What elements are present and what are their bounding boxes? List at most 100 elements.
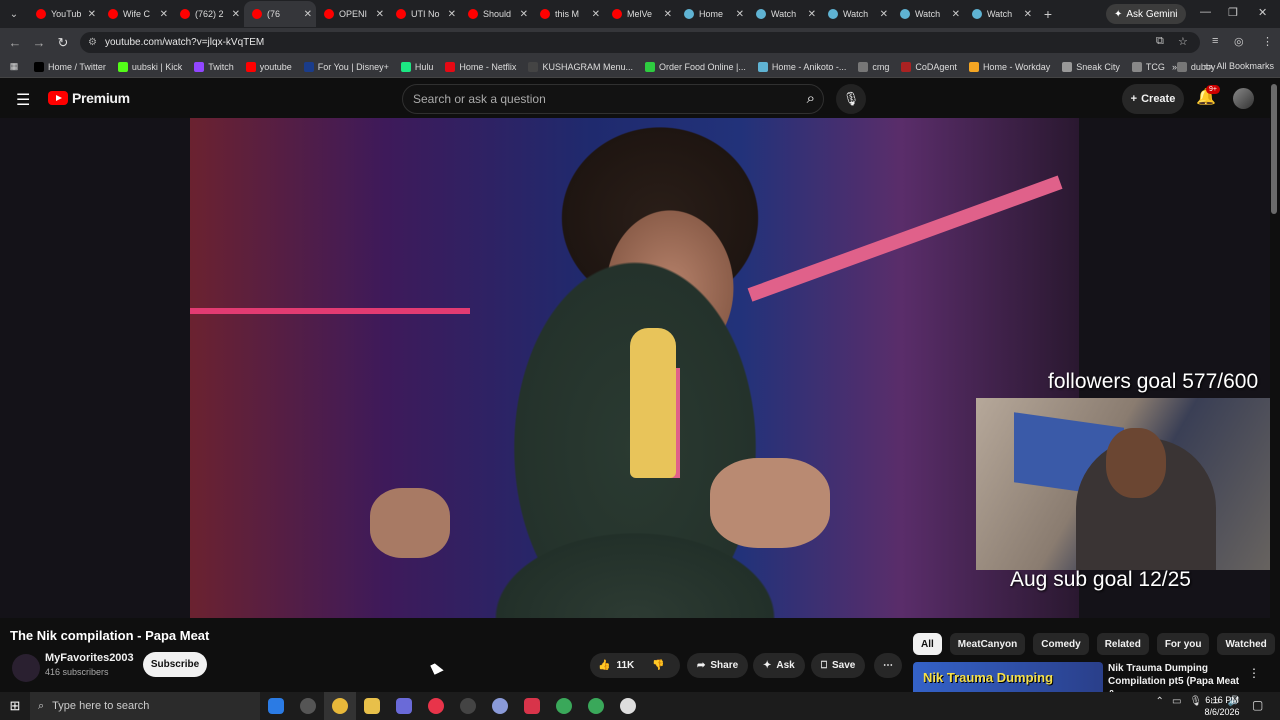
create-button[interactable]: + Create xyxy=(1122,84,1184,114)
like-button[interactable]: 👍 11K xyxy=(598,660,634,671)
filter-chip[interactable]: All xyxy=(913,633,942,655)
channel-avatar[interactable] xyxy=(12,654,40,682)
bookmark-star-icon[interactable]: ☆ xyxy=(1178,35,1188,48)
bookmark-item[interactable]: Order Food Online |... xyxy=(639,61,752,72)
url-field[interactable]: ⚙ youtube.com/watch?v=jlqx-kVqTEM xyxy=(80,32,1200,53)
browser-tab[interactable]: (76 ✕ xyxy=(244,1,316,27)
all-bookmarks-button[interactable]: ▭ All Bookmarks xyxy=(1204,61,1274,72)
close-tab-icon[interactable]: ✕ xyxy=(952,9,960,20)
edge-app-icon[interactable] xyxy=(292,692,324,720)
bookmark-item[interactable]: Hulu xyxy=(395,61,440,72)
hamburger-menu-icon[interactable]: ☰ xyxy=(16,90,30,110)
browser-tab[interactable]: this M ✕ xyxy=(532,1,604,27)
chrome-profile-icon[interactable] xyxy=(548,692,580,720)
close-tab-icon[interactable]: ✕ xyxy=(808,9,816,20)
bookmark-item[interactable]: Home - Workday xyxy=(963,61,1056,72)
windows-start-icon[interactable]: ⊞ xyxy=(0,698,30,714)
recommended-more-icon[interactable]: ⋮ xyxy=(1248,666,1260,680)
browser-tab[interactable]: OPENI ✕ xyxy=(316,1,388,27)
browser-tab[interactable]: Watch ✕ xyxy=(748,1,820,27)
bookmark-item[interactable]: Home / Twitter xyxy=(28,61,112,72)
close-tab-icon[interactable]: ✕ xyxy=(880,9,888,20)
task-view-icon[interactable] xyxy=(260,692,292,720)
account-avatar[interactable] xyxy=(1233,88,1254,109)
filter-chip[interactable]: Related xyxy=(1096,633,1149,655)
filter-chip[interactable]: Comedy xyxy=(1033,633,1089,655)
ask-gemini-button[interactable]: ✦ Ask Gemini xyxy=(1106,4,1186,24)
restore-icon[interactable]: ❐ xyxy=(1228,6,1238,19)
media-control-icon[interactable]: ≡ xyxy=(1212,35,1218,47)
more-actions-icon[interactable]: ⋯ xyxy=(874,653,902,678)
browser-tab[interactable]: YouTub ✕ xyxy=(28,1,100,27)
chrome-app-icon[interactable] xyxy=(324,692,356,720)
bookmark-item[interactable]: Home - Netflix xyxy=(439,61,522,72)
browser-tab[interactable]: Watch ✕ xyxy=(964,1,1036,27)
apps-grid-icon[interactable]: ▦ xyxy=(0,61,28,72)
bookmark-item[interactable]: Twitch xyxy=(188,61,240,72)
channel-name[interactable]: MyFavorites2003 xyxy=(45,652,134,664)
file-explorer-icon[interactable] xyxy=(356,692,388,720)
close-tab-icon[interactable]: ✕ xyxy=(160,9,168,20)
browser-tab[interactable]: MelVe ✕ xyxy=(604,1,676,27)
bookmark-item[interactable]: Home - Anikoto -... xyxy=(752,61,853,72)
close-tab-icon[interactable]: ✕ xyxy=(88,9,96,20)
subscribe-button[interactable]: Subscribe xyxy=(143,652,207,677)
close-window-icon[interactable]: ✕ xyxy=(1258,6,1267,19)
filter-chip[interactable]: MeatCanyon xyxy=(949,633,1026,655)
bookmark-item[interactable]: youtube xyxy=(240,61,298,72)
share-button[interactable]: ➦ Share xyxy=(687,653,749,678)
close-tab-icon[interactable]: ✕ xyxy=(232,9,240,20)
bookmark-item[interactable]: KUSHAGRAM Menu... xyxy=(522,61,639,72)
tab-search-chevron-icon[interactable]: ⌄ xyxy=(0,0,28,28)
bookmark-item[interactable]: cmg xyxy=(852,61,895,72)
browser-menu-icon[interactable]: ⋮ xyxy=(1262,35,1273,48)
media-player-icon[interactable] xyxy=(420,692,452,720)
game-controller-icon[interactable] xyxy=(388,692,420,720)
back-icon[interactable]: ← xyxy=(3,35,27,50)
more-bookmarks-icon[interactable]: » xyxy=(1172,62,1177,72)
network-icon[interactable]: ▭ xyxy=(1172,696,1181,707)
clock-app-icon[interactable] xyxy=(612,692,644,720)
close-tab-icon[interactable]: ✕ xyxy=(736,9,744,20)
dislike-button[interactable]: 👎 xyxy=(652,660,664,671)
forward-icon[interactable]: → xyxy=(27,35,51,50)
bookmark-item[interactable]: TCG xyxy=(1126,61,1171,72)
save-button[interactable]: ⎕ Save xyxy=(811,653,866,678)
close-tab-icon[interactable]: ✕ xyxy=(520,9,528,20)
pdf-app-icon[interactable] xyxy=(516,692,548,720)
search-icon[interactable]: ⌕ xyxy=(807,90,815,107)
browser-tab[interactable]: (762) 2 ✕ xyxy=(172,1,244,27)
filter-chip[interactable]: For you xyxy=(1156,633,1210,655)
steam-icon[interactable] xyxy=(484,692,516,720)
close-tab-icon[interactable]: ✕ xyxy=(664,9,672,20)
browser-tab[interactable]: UTI No ✕ xyxy=(388,1,460,27)
close-tab-icon[interactable]: ✕ xyxy=(448,9,456,20)
close-tab-icon[interactable]: ✕ xyxy=(1024,9,1032,20)
taskbar-clock[interactable]: 6:16 PM 8/6/2026 xyxy=(1200,694,1244,718)
bookmark-item[interactable]: Sneak City xyxy=(1056,61,1126,72)
notification-center-icon[interactable]: ▢ xyxy=(1252,698,1263,712)
taskbar-search-input[interactable]: ⌕ Type here to search xyxy=(30,692,260,720)
browser-tab[interactable]: Should ✕ xyxy=(460,1,532,27)
close-tab-icon[interactable]: ✕ xyxy=(592,9,600,20)
tray-chevron-icon[interactable]: ⌃ xyxy=(1156,696,1164,707)
bookmark-item[interactable]: For You | Disney+ xyxy=(298,61,395,72)
reload-icon[interactable]: ↻ xyxy=(51,35,75,51)
bookmark-item[interactable]: CoDAgent xyxy=(895,61,963,72)
recommended-video-thumbnail[interactable]: Nik Trauma Dumping xyxy=(913,662,1103,696)
bookmark-item[interactable]: uubski | Kick xyxy=(112,61,188,72)
browser-tab[interactable]: Watch ✕ xyxy=(820,1,892,27)
site-info-icon[interactable]: ⚙ xyxy=(88,37,97,48)
youtube-logo[interactable]: Premium xyxy=(48,90,130,106)
browser-tab[interactable]: Home ✕ xyxy=(676,1,748,27)
microphone-icon[interactable]: 🎙 xyxy=(836,84,866,114)
page-scrollbar[interactable] xyxy=(1271,84,1277,214)
ask-button[interactable]: ✦ Ask xyxy=(753,653,805,678)
new-tab-button[interactable]: + xyxy=(1036,6,1060,22)
install-app-icon[interactable]: ⧉ xyxy=(1156,35,1164,48)
obs-icon[interactable] xyxy=(452,692,484,720)
chrome-profile-2-icon[interactable] xyxy=(580,692,612,720)
video-player[interactable]: followers goal 577/600 Aug sub goal 12/2… xyxy=(0,118,1270,618)
close-tab-icon[interactable]: ✕ xyxy=(376,9,384,20)
search-input[interactable]: Search or ask a question ⌕ xyxy=(402,84,824,114)
